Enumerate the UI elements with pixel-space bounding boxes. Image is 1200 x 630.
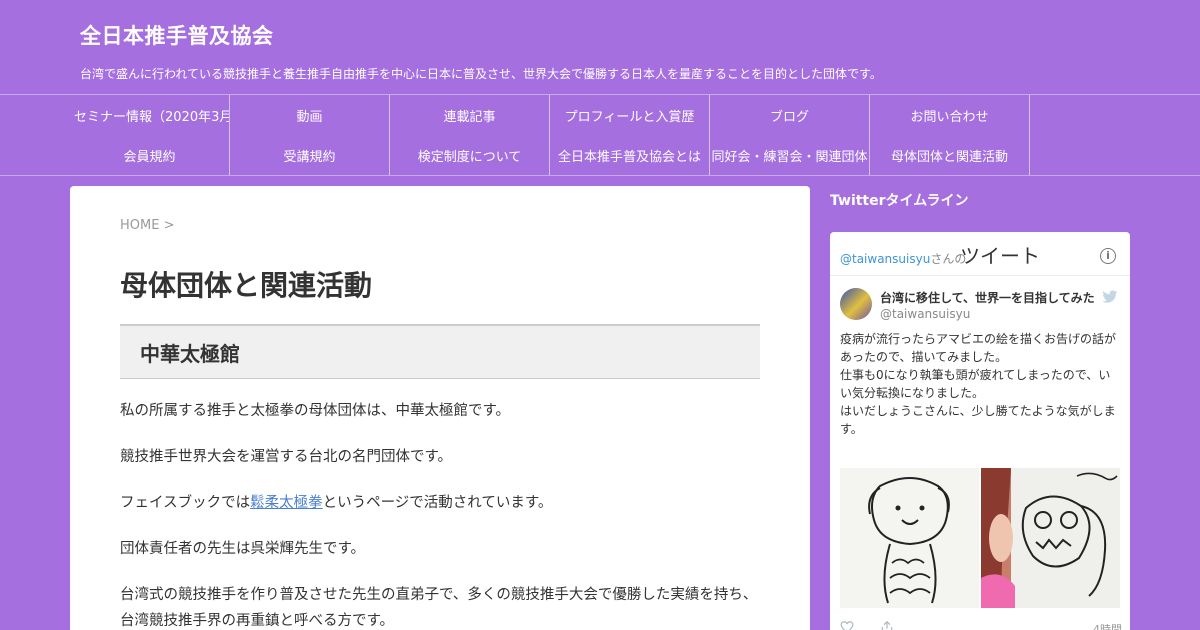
site-description: 台湾で盛んに行われている競技推手と養生推手自由推手を中心に日本に普及させ、世界大…	[80, 67, 882, 81]
nav-row-2: 会員規約 受講規約 検定制度について 全日本推手普及協会とは 同好会・練習会・関…	[70, 135, 1030, 175]
paragraph-3: フェイスブックでは鬆柔太極拳というページで活動されています。	[120, 490, 760, 516]
tweet-author-name[interactable]: 台湾に移住して、世界一を目指してみた	[880, 289, 1095, 306]
section-heading: 中華太極館	[120, 324, 760, 379]
page-title: 母体団体と関連活動	[120, 269, 373, 302]
site-header: 全日本推手普及協会 台湾で盛んに行われている競技推手と養生推手自由推手を中心に日…	[0, 0, 1200, 94]
tweet-author-username[interactable]: @taiwansuisyu	[880, 307, 970, 321]
paragraph-2: 競技推手世界大会を運営する台北の名門団体です。	[120, 449, 453, 465]
nav-row-1: セミナー情報（2020年3月 動画 連載記事 プロフィールと入賞歴 ブログ お問…	[70, 95, 1030, 135]
paragraph-3-after: というページで活動されています。	[322, 495, 553, 511]
paragraph-4: 団体責任者の先生は呉栄輝先生です。	[120, 541, 366, 557]
twitter-timeline: @taiwansuisyuさんの ツイート i 台湾に移住して、世界一を目指して…	[830, 232, 1130, 630]
nav-item-course-terms[interactable]: 受講規約	[230, 135, 390, 175]
timeline-label: ツイート	[960, 244, 1040, 268]
tweet-actions: 4時間	[840, 620, 1122, 630]
tweet-line-3: はいだしょうこさんに、少し勝てたような気がします。	[840, 404, 1116, 436]
nav-item-about[interactable]: 全日本推手普及協会とは	[550, 135, 710, 175]
main-content: HOME > 母体団体と関連活動 中華太極館 私の所属する推手と太極拳の母体団体…	[70, 186, 810, 630]
timeline-handle[interactable]: @taiwansuisyuさんの	[840, 250, 966, 267]
nav-item-seminar[interactable]: セミナー情報（2020年3月	[70, 95, 230, 135]
paragraph-5: 台湾式の競技推手を作り普及させた先生の直弟子で、多くの競技推手大会で優勝した実績…	[120, 587, 758, 629]
heart-icon[interactable]	[840, 620, 854, 630]
nav-item-certification[interactable]: 検定制度について	[390, 135, 550, 175]
avatar[interactable]	[840, 288, 872, 320]
tweet-image-amabie[interactable]	[840, 468, 979, 608]
sidebar-title: Twitterタイムライン	[830, 193, 969, 209]
site-title[interactable]: 全日本推手普及協会	[80, 20, 274, 50]
info-icon[interactable]: i	[1100, 248, 1116, 264]
photo-drawing	[981, 468, 1118, 608]
tweet-text: 疫病が流行ったらアマビエの絵を描くお告げの話があったので、描いてみました。 仕事…	[840, 330, 1122, 438]
nav-item-contact[interactable]: お問い合わせ	[870, 95, 1030, 135]
nav-item-groups[interactable]: 同好会・練習会・関連団体	[710, 135, 870, 175]
nav-item-member-terms[interactable]: 会員規約	[70, 135, 230, 175]
share-icon[interactable]	[880, 620, 894, 630]
tweet-line-2: 仕事も0になり執筆も頭が疲れてしまったので、いい気分転換になりました。	[840, 368, 1111, 400]
tweet-line-1: 疫病が流行ったらアマビエの絵を描くお告げの話があったので、描いてみました。	[840, 332, 1117, 364]
timeline-handle-text[interactable]: @taiwansuisyu	[840, 252, 930, 266]
paragraph-3-before: フェイスブックでは	[120, 495, 251, 511]
nav-item-blog[interactable]: ブログ	[710, 95, 870, 135]
global-nav: セミナー情報（2020年3月 動画 連載記事 プロフィールと入賞歴 ブログ お問…	[0, 94, 1200, 176]
nav-item-series[interactable]: 連載記事	[390, 95, 550, 135]
paragraph-1: 私の所属する推手と太極拳の母体団体は、中華太極館です。	[120, 403, 511, 419]
twitter-timeline-header: @taiwansuisyuさんの ツイート i	[830, 232, 1130, 276]
amabie-drawing	[868, 477, 950, 604]
nav-item-profile[interactable]: プロフィールと入賞歴	[550, 95, 710, 135]
bird-icon	[1102, 290, 1118, 303]
breadcrumb[interactable]: HOME >	[120, 218, 174, 233]
facebook-page-link[interactable]: 鬆柔太極拳	[250, 495, 323, 511]
nav-item-parent-org[interactable]: 母体団体と関連活動	[870, 135, 1030, 175]
tweet-time[interactable]: 4時間	[1093, 621, 1122, 630]
tweet-image-photo[interactable]	[981, 468, 1120, 608]
nav-item-video[interactable]: 動画	[230, 95, 390, 135]
